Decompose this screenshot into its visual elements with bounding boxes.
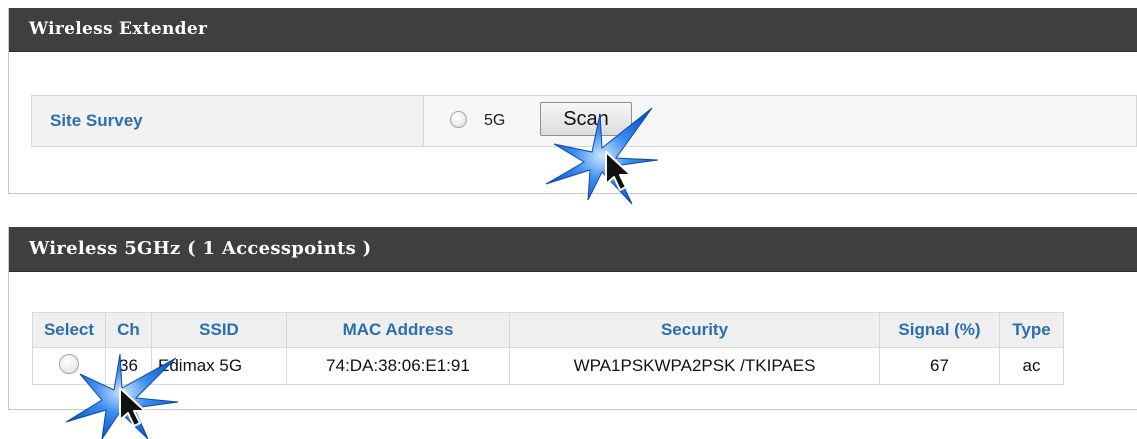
site-survey-label: Site Survey — [32, 96, 424, 146]
accesspoint-count: ( 1 Accesspoints ) — [187, 238, 372, 259]
col-signal: Signal (%) — [879, 312, 1000, 348]
radio-icon[interactable] — [59, 353, 79, 374]
signal-cell: 67 — [879, 347, 1000, 385]
accesspoint-table: Select Ch SSID MAC Address Security Sign… — [32, 312, 1064, 385]
ssid-cell: Edimax 5G — [151, 347, 287, 385]
col-ch: Ch — [105, 312, 152, 348]
security-cell: WPA1PSKWPA2PSK /TKIPAES — [509, 347, 880, 385]
select-cell — [32, 347, 106, 385]
col-mac: MAC Address — [286, 312, 510, 348]
panel-header-wireless-extender: Wireless Extender — [9, 8, 1137, 52]
col-ssid: SSID — [151, 312, 287, 348]
site-survey-row: Site Survey 5G Scan — [31, 95, 1137, 147]
band-5g-radio[interactable] — [450, 111, 467, 128]
channel-cell: 36 — [105, 347, 152, 385]
table-header-row: Select Ch SSID MAC Address Security Sign… — [32, 312, 1064, 348]
col-type: Type — [999, 312, 1064, 348]
col-security: Security — [509, 312, 880, 348]
mac-cell: 74:DA:38:06:E1:91 — [286, 347, 510, 385]
site-survey-controls: 5G Scan — [424, 96, 1136, 146]
panel-header-wireless-5ghz: Wireless 5GHz ( 1 Accesspoints ) — [9, 227, 1137, 272]
wireless-extender-panel: Wireless Extender Site Survey 5G Scan — [8, 8, 1137, 194]
type-cell: ac — [999, 347, 1064, 385]
col-select: Select — [32, 312, 106, 348]
scan-button[interactable]: Scan — [540, 102, 632, 136]
panel-header-title: Wireless 5GHz — [29, 238, 181, 259]
band-5g-label: 5G — [484, 112, 506, 129]
table-row[interactable]: 36 Edimax 5G 74:DA:38:06:E1:91 WPA1PSKWP… — [32, 347, 1064, 385]
select-cell-radio — [59, 353, 79, 374]
